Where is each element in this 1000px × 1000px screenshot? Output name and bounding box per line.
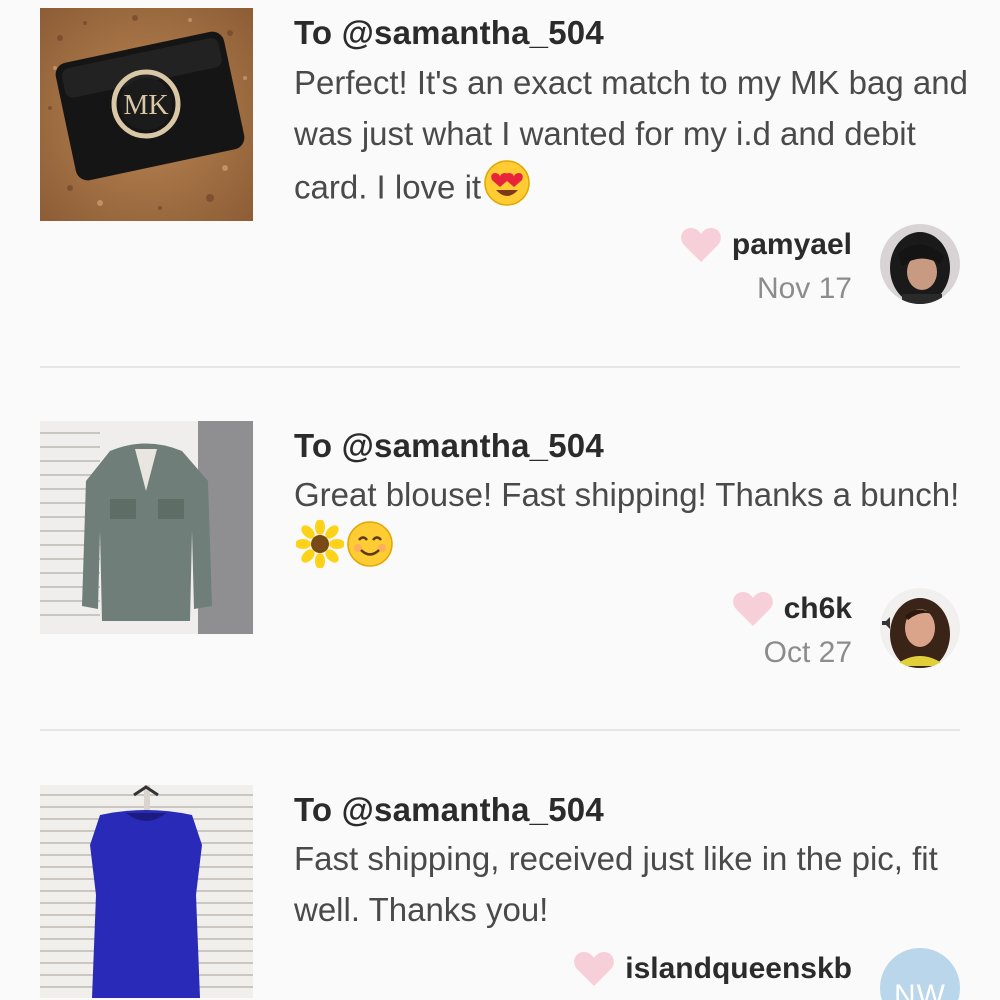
review-card: To @samantha_504 Fast shipping, received… [0,732,1000,1000]
reviewer-row: ch6k [732,590,852,628]
review-card: To @samantha_504 Great blouse! Fast ship… [0,368,1000,730]
reviewer-avatar[interactable]: NW [880,948,960,1000]
review-card: MK To @samantha_504 Perfect! It's an exa… [0,0,1000,366]
sunflower-emoji [295,519,345,582]
review-meta: islandqueenskb [573,950,852,988]
listing-thumbnail-wallet[interactable]: MK [40,8,253,221]
heart-eyes-emoji [483,159,531,221]
divider [40,729,960,731]
review-recipient[interactable]: To @samantha_504 [294,791,604,829]
review-message: Great blouse! Fast shipping! Thanks a bu… [294,469,974,582]
review-meta: ch6k Oct 27 [732,590,852,670]
review-message-text: Great blouse! Fast shipping! Thanks a bu… [294,476,960,513]
review-message-text: Perfect! It's an exact match to my MK ba… [294,64,968,206]
mk-logo: MK [123,90,168,121]
reviewer-username[interactable]: ch6k [784,592,852,626]
reviewer-row: islandqueenskb [573,950,852,988]
reviews-feed: MK To @samantha_504 Perfect! It's an exa… [0,0,1000,1000]
review-recipient[interactable]: To @samantha_504 [294,427,604,465]
smiling-face-emoji [346,520,394,582]
reviewer-avatar[interactable] [880,224,960,304]
wallet-photo: MK [40,8,253,221]
reviewer-username[interactable]: islandqueenskb [625,952,852,986]
reviewer-username[interactable]: pamyael [732,228,852,262]
blue-top-photo [40,785,253,998]
review-date: Oct 27 [763,636,852,669]
heart-icon[interactable] [573,950,615,988]
review-message: Perfect! It's an exact match to my MK ba… [294,57,974,221]
avatar-photo [880,224,960,304]
review-meta: pamyael Nov 17 [680,226,852,306]
review-date: Nov 17 [756,272,852,305]
listing-thumbnail-top[interactable] [40,785,253,998]
reviewer-row: pamyael [680,226,852,264]
sound-icon [882,617,890,629]
listing-thumbnail-blouse[interactable] [40,421,253,634]
review-recipient[interactable]: To @samantha_504 [294,14,604,52]
heart-icon[interactable] [680,226,722,264]
blouse-photo [40,421,253,634]
review-message: Fast shipping, received just like in the… [294,840,938,928]
heart-icon[interactable] [732,590,774,628]
